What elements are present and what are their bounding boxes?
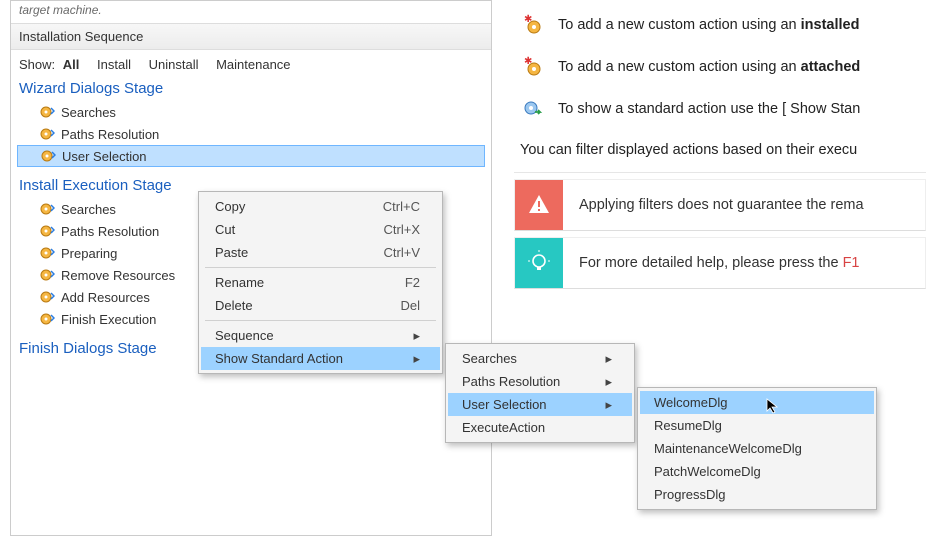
help-text: To add a new custom action using an inst… xyxy=(558,17,859,33)
filter-install[interactable]: Install xyxy=(97,57,131,72)
chevron-right-icon: ▸ xyxy=(413,351,420,367)
tree-label: Paths Resolution xyxy=(61,127,159,142)
gear-icon xyxy=(39,267,55,283)
menu-copy[interactable]: CopyCtrl+C xyxy=(201,195,440,218)
star-gear-icon: ✱ xyxy=(520,12,546,38)
help-filter-text: You can filter displayed actions based o… xyxy=(504,130,926,166)
tree-label: Searches xyxy=(61,105,116,120)
submenu-standard-action: Searches▸ Paths Resolution▸ User Selecti… xyxy=(445,343,635,443)
help-text: To add a new custom action using an atta… xyxy=(558,59,860,75)
gear-icon xyxy=(40,148,56,164)
submenu-user-selection[interactable]: User Selection▸ xyxy=(448,393,632,416)
submenu-welcomedlg[interactable]: WelcomeDlg xyxy=(640,391,874,414)
chevron-right-icon: ▸ xyxy=(605,374,612,390)
callout-text: Applying filters does not guarantee the … xyxy=(579,197,864,213)
filter-bar: Show: All Install Uninstall Maintenance xyxy=(11,50,491,76)
submenu-searches[interactable]: Searches▸ xyxy=(448,347,632,370)
gear-icon xyxy=(39,104,55,120)
tree-item[interactable]: Searches xyxy=(11,101,491,123)
menu-separator xyxy=(205,320,436,321)
tree-label: Remove Resources xyxy=(61,268,175,283)
filter-label: Show: xyxy=(19,57,55,72)
tree-label: Paths Resolution xyxy=(61,224,159,239)
stage-wizard-title[interactable]: Wizard Dialogs Stage xyxy=(11,76,491,99)
filter-maintenance[interactable]: Maintenance xyxy=(216,57,290,72)
tree-label: User Selection xyxy=(62,149,147,164)
callout-warning: Applying filters does not guarantee the … xyxy=(514,179,926,231)
hint-text: target machine. xyxy=(11,1,491,23)
warning-icon xyxy=(515,180,563,230)
separator xyxy=(514,172,926,173)
submenu-paths[interactable]: Paths Resolution▸ xyxy=(448,370,632,393)
tree-label: Preparing xyxy=(61,246,117,261)
help-text: To show a standard action use the [ Show… xyxy=(558,101,860,117)
gear-icon xyxy=(39,311,55,327)
menu-separator xyxy=(205,267,436,268)
menu-cut[interactable]: CutCtrl+X xyxy=(201,218,440,241)
filter-uninstall[interactable]: Uninstall xyxy=(149,57,199,72)
chevron-right-icon: ▸ xyxy=(605,351,612,367)
gear-icon xyxy=(39,223,55,239)
submenu-user-selection-dialogs: WelcomeDlg ResumeDlg MaintenanceWelcomeD… xyxy=(637,387,877,510)
tree-item[interactable]: Paths Resolution xyxy=(11,123,491,145)
submenu-maintenancewelcomedlg[interactable]: MaintenanceWelcomeDlg xyxy=(640,437,874,460)
submenu-progressdlg[interactable]: ProgressDlg xyxy=(640,483,874,506)
help-line: ✱ To add a new custom action using an in… xyxy=(504,4,926,46)
gear-icon xyxy=(39,201,55,217)
help-line: ✱ To add a new custom action using an at… xyxy=(504,46,926,88)
tree-label: Finish Execution xyxy=(61,312,156,327)
menu-sequence[interactable]: Sequence▸ xyxy=(201,324,440,347)
wizard-tree: Searches Paths Resolution User Selection xyxy=(11,99,491,173)
menu-show-standard-action[interactable]: Show Standard Action▸ xyxy=(201,347,440,370)
filter-all[interactable]: All xyxy=(63,57,80,72)
lightbulb-icon xyxy=(515,238,563,288)
gear-arrow-icon xyxy=(520,96,546,122)
menu-paste[interactable]: PasteCtrl+V xyxy=(201,241,440,264)
callout-info: For more detailed help, please press the… xyxy=(514,237,926,289)
svg-text:✱: ✱ xyxy=(524,56,532,67)
submenu-execute-action[interactable]: ExecuteAction xyxy=(448,416,632,439)
context-menu: CopyCtrl+C CutCtrl+X PasteCtrl+V RenameF… xyxy=(198,191,443,374)
gear-icon xyxy=(39,245,55,261)
star-gear-icon: ✱ xyxy=(520,54,546,80)
chevron-right-icon: ▸ xyxy=(413,328,420,344)
help-line: To show a standard action use the [ Show… xyxy=(504,88,926,130)
svg-text:✱: ✱ xyxy=(524,14,532,25)
section-header: Installation Sequence xyxy=(11,23,491,50)
tree-label: Add Resources xyxy=(61,290,150,305)
tree-item-selected[interactable]: User Selection xyxy=(17,145,485,167)
gear-icon xyxy=(39,126,55,142)
callout-text: For more detailed help, please press the… xyxy=(579,255,860,271)
submenu-patchwelcomedlg[interactable]: PatchWelcomeDlg xyxy=(640,460,874,483)
tree-label: Searches xyxy=(61,202,116,217)
menu-delete[interactable]: DeleteDel xyxy=(201,294,440,317)
chevron-right-icon: ▸ xyxy=(605,397,612,413)
menu-rename[interactable]: RenameF2 xyxy=(201,271,440,294)
submenu-resumedlg[interactable]: ResumeDlg xyxy=(640,414,874,437)
gear-icon xyxy=(39,289,55,305)
